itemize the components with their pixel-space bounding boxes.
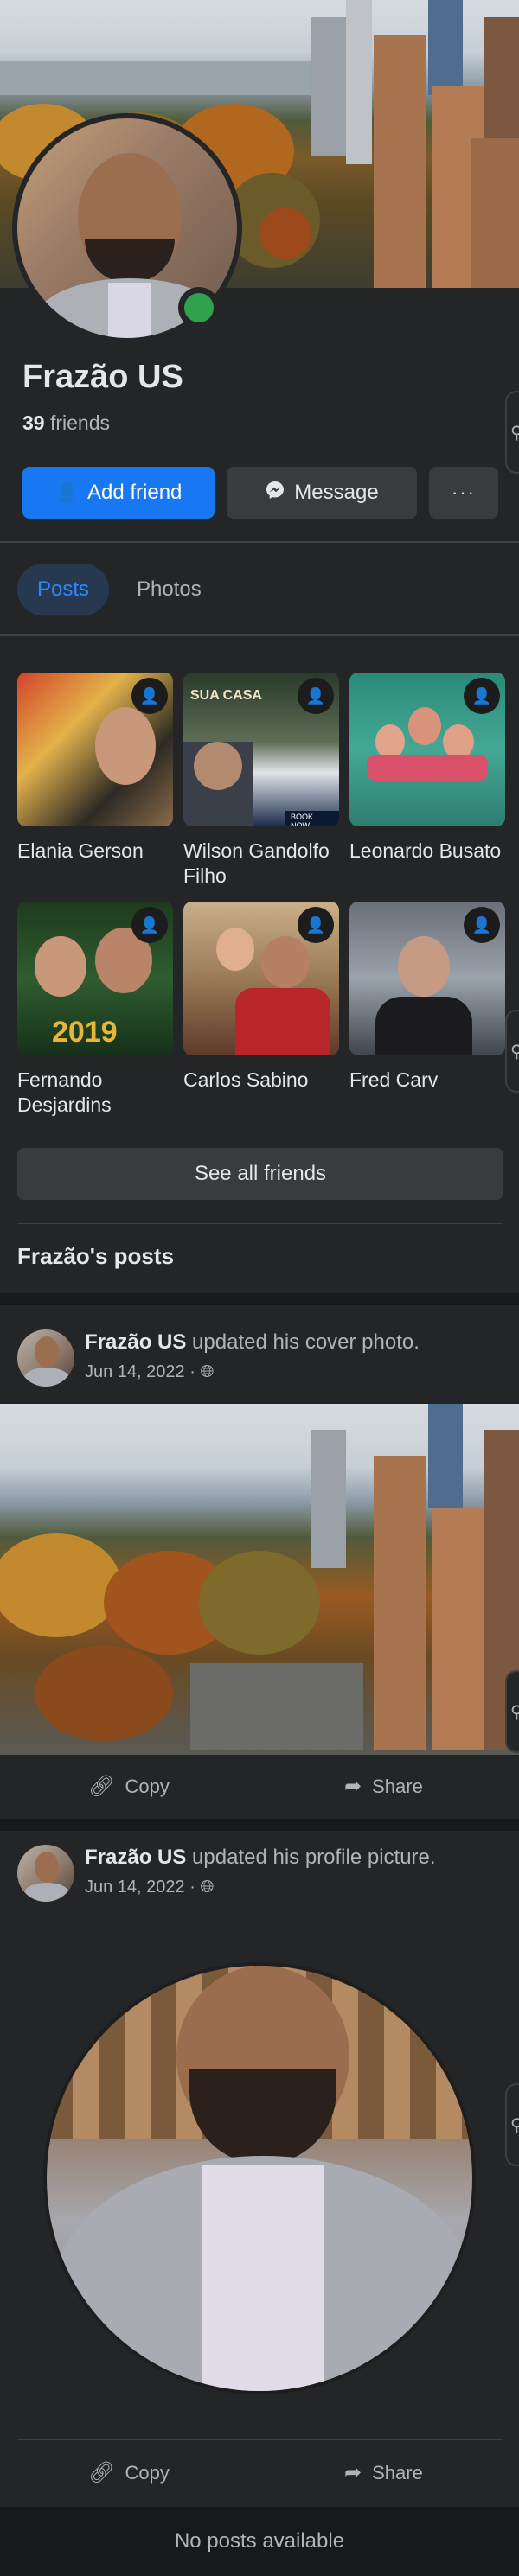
tab-posts[interactable]: Posts: [17, 564, 109, 615]
accessibility-handle[interactable]: ⚲: [505, 2083, 519, 2166]
section-gap: [0, 1293, 519, 1305]
add-friend-button[interactable]: 👤 Add friend: [22, 467, 215, 519]
online-dot: [184, 293, 214, 322]
message-button[interactable]: Message: [227, 467, 417, 519]
share-icon: ➦: [344, 1775, 362, 1798]
post-date[interactable]: Jun 14, 2022 ·: [85, 1362, 195, 1381]
share-button[interactable]: ➦ Share: [344, 1774, 423, 1799]
post-author-name[interactable]: Frazão US: [85, 1330, 186, 1354]
friend-card[interactable]: SUA CASA BOOK NOW 👤 Wilson Gandolfo Filh…: [183, 673, 339, 889]
friend-photo[interactable]: 👤: [349, 902, 505, 1055]
tab-photos-label: Photos: [137, 577, 202, 601]
accessibility-icon: ⚲: [510, 424, 519, 443]
globe-icon: 🌐︎: [200, 1878, 215, 1897]
see-all-friends-button[interactable]: See all friends: [17, 1148, 503, 1200]
friend-card[interactable]: 👤 Fred Carv: [349, 902, 505, 1093]
add-friend-icon: 👤: [54, 481, 79, 503]
friend-card[interactable]: 2019 👤 Fernando Desjardins: [17, 902, 173, 1118]
share-label: Share: [372, 2461, 423, 2484]
friend-card[interactable]: 👤 Carlos Sabino: [183, 902, 339, 1093]
message-label: Message: [294, 481, 379, 504]
accessibility-handle[interactable]: ⚲: [505, 1010, 519, 1093]
add-friend-badge-icon[interactable]: 👤: [131, 678, 168, 714]
friends-count-label: friends: [49, 411, 111, 434]
friend-name[interactable]: Wilson Gandolfo Filho: [183, 838, 339, 889]
post-action-text: updated his profile picture.: [192, 1846, 436, 1869]
more-icon: ···: [452, 481, 476, 503]
friend-name[interactable]: Fred Carv: [349, 1068, 505, 1093]
friend-name[interactable]: Leonardo Busato: [349, 838, 505, 864]
friend-photo[interactable]: 👤: [349, 673, 505, 826]
add-friend-badge-icon[interactable]: 👤: [464, 678, 500, 714]
tab-posts-label: Posts: [36, 577, 90, 601]
post-cover-photo[interactable]: [0, 1404, 519, 1755]
link-icon: 🔗︎: [88, 1775, 115, 1798]
online-status: [178, 287, 220, 328]
friend-photo[interactable]: SUA CASA BOOK NOW 👤: [183, 673, 339, 826]
globe-icon: 🌐︎: [200, 1362, 215, 1381]
add-friend-badge-icon[interactable]: 👤: [131, 907, 168, 943]
section-gap: [0, 1819, 519, 1831]
post-meta: Jun 14, 2022 · 🌐︎: [85, 1878, 214, 1897]
accessibility-icon: ⚲: [510, 1043, 519, 1062]
friend-photo-text: SUA CASA: [190, 688, 262, 703]
profile-name: Frazão US: [22, 359, 183, 395]
see-all-friends-label: See all friends: [194, 1162, 327, 1185]
friend-name[interactable]: Fernando Desjardins: [17, 1068, 173, 1118]
post-date[interactable]: Jun 14, 2022 ·: [85, 1878, 195, 1897]
add-friend-badge-icon[interactable]: 👤: [298, 678, 334, 714]
divider: [0, 541, 519, 543]
copy-button[interactable]: 🔗︎ Copy: [88, 2460, 170, 2485]
friend-name[interactable]: Elania Gerson: [17, 838, 173, 864]
friends-count[interactable]: 39 friends: [22, 411, 110, 435]
copy-label: Copy: [125, 2461, 170, 2484]
divider: [17, 2439, 503, 2440]
link-icon: 🔗︎: [88, 2461, 115, 2484]
add-friend-badge-icon[interactable]: 👤: [464, 907, 500, 943]
add-friend-badge-icon[interactable]: 👤: [298, 907, 334, 943]
friend-photo-button-text: BOOK NOW: [285, 811, 339, 826]
friend-photo[interactable]: 👤: [17, 673, 173, 826]
friend-photo[interactable]: 👤: [183, 902, 339, 1055]
post-header: Frazão US updated his profile picture.: [85, 1845, 436, 1871]
friend-photo[interactable]: 2019 👤: [17, 902, 173, 1055]
divider: [17, 1223, 503, 1224]
accessibility-handle[interactable]: ⚲: [505, 1670, 519, 1753]
friend-photo-text: 2019: [52, 1016, 118, 1049]
post-meta: Jun 14, 2022 · 🌐︎: [85, 1362, 214, 1382]
copy-button[interactable]: 🔗︎ Copy: [88, 1774, 170, 1799]
add-friend-label: Add friend: [87, 481, 183, 504]
friend-card[interactable]: 👤 Elania Gerson: [17, 673, 173, 864]
share-icon: ➦: [344, 2461, 362, 2484]
copy-label: Copy: [125, 1775, 170, 1797]
more-options-button[interactable]: ···: [429, 467, 498, 519]
accessibility-icon: ⚲: [510, 2116, 519, 2135]
friend-name[interactable]: Carlos Sabino: [183, 1068, 339, 1093]
no-posts-label: No posts available: [174, 2529, 345, 2553]
post-author-avatar[interactable]: [17, 1329, 74, 1387]
post-author-name[interactable]: Frazão US: [85, 1846, 186, 1869]
share-label: Share: [372, 1775, 423, 1797]
messenger-icon: [265, 480, 285, 506]
post-author-avatar[interactable]: [17, 1845, 74, 1902]
accessibility-icon: ⚲: [510, 1703, 519, 1722]
divider: [0, 634, 519, 636]
share-button[interactable]: ➦ Share: [344, 2460, 423, 2485]
friend-card[interactable]: 👤 Leonardo Busato: [349, 673, 505, 864]
post-header: Frazão US updated his cover photo.: [85, 1329, 420, 1355]
posts-section-title: Frazão's posts: [17, 1243, 175, 1269]
post-action-text: updated his cover photo.: [192, 1330, 420, 1354]
tab-photos[interactable]: Photos: [137, 577, 202, 602]
post-profile-picture[interactable]: [43, 1962, 476, 2394]
no-posts-message: No posts available: [0, 2507, 519, 2576]
accessibility-handle[interactable]: ⚲: [505, 391, 519, 474]
friends-count-number: 39: [22, 411, 45, 434]
